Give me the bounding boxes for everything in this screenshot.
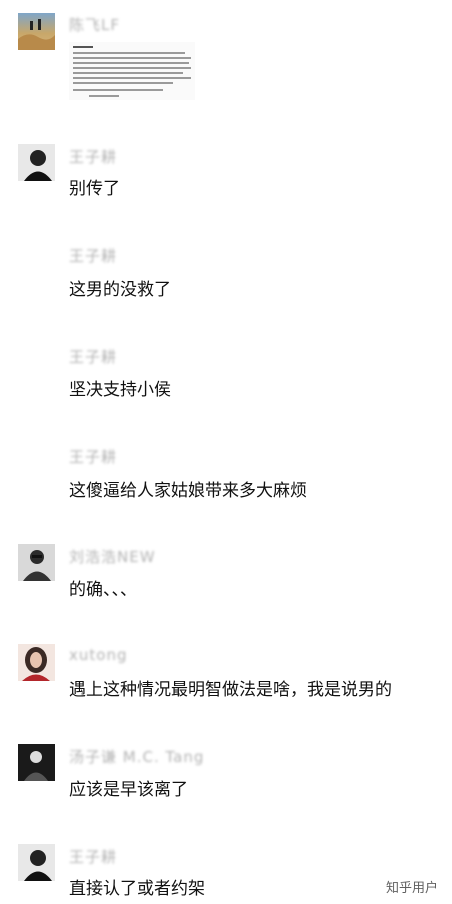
sender-name: 汤子谦 M.C. Tang [69,748,205,766]
sender-name: 王子耕 [69,348,118,366]
message-text: 遇上这种情况最明智做法是啥，我是说男的 [69,680,392,700]
sender-name: 陈飞LF [69,16,120,34]
person-photo-icon [18,544,55,581]
sender-name: 王子耕 [69,247,118,265]
message-text: 直接认了或者约架 [69,879,205,899]
avatar[interactable] [18,13,55,50]
woman-photo-icon [18,644,55,681]
sender-name: 王子耕 [69,848,118,866]
avatar[interactable] [18,844,55,881]
sender-name: 王子耕 [69,448,118,466]
zhihu-watermark: 知乎用户 [385,881,438,896]
sender-name: xutong [69,646,128,664]
person-photo-icon [18,844,55,881]
person-photo-icon [18,744,55,781]
message-text: 应该是早该离了 [69,780,188,800]
person-photo-icon [18,144,55,181]
avatar[interactable] [18,644,55,681]
avatar[interactable] [18,544,55,581]
shared-document-image[interactable] [69,42,195,100]
message-text: 别传了 [69,179,120,199]
message-text: 这傻逼给人家姑娘带来多大麻烦 [69,481,307,501]
avatar[interactable] [18,144,55,181]
desert-photo-icon [18,19,55,50]
avatar[interactable] [18,744,55,781]
message-text: 这男的没救了 [69,280,171,300]
sender-name: 刘浩浩NEW [69,548,156,566]
sender-name: 王子耕 [69,148,118,166]
message-text: 的确、、、 [69,580,137,600]
message-text: 坚决支持小侯 [69,380,171,400]
